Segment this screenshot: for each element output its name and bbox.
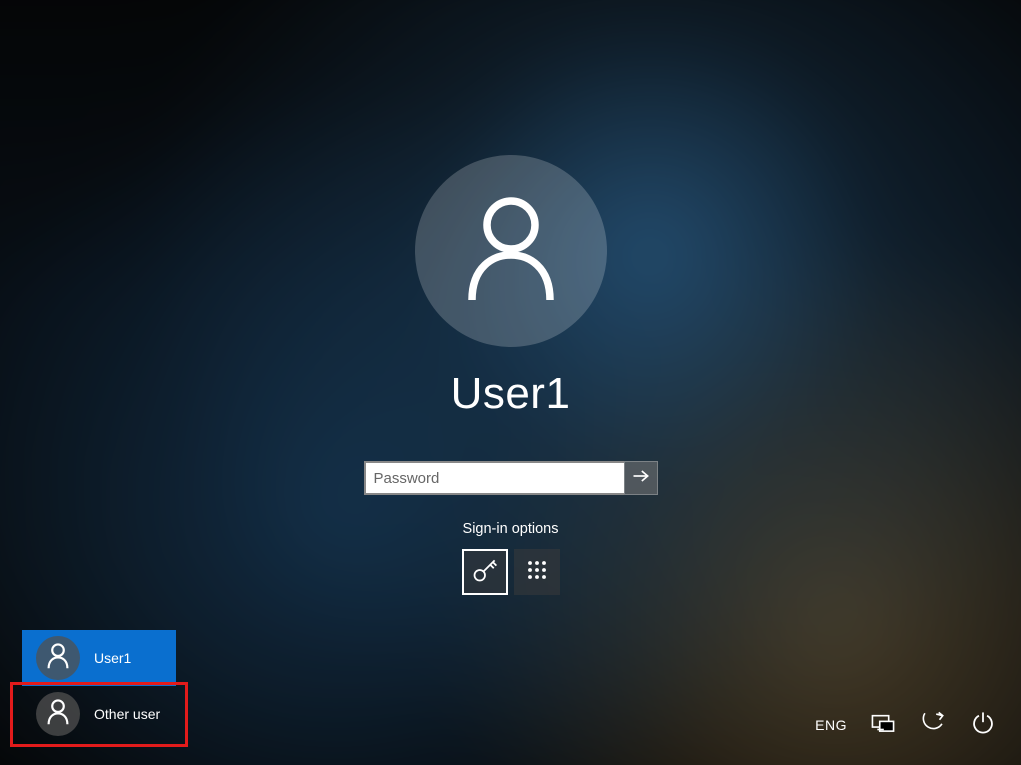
person-icon	[46, 699, 70, 730]
bottom-right-controls: ENG	[815, 711, 997, 739]
network-button[interactable]	[869, 711, 897, 739]
power-icon	[970, 710, 996, 741]
ease-of-access-icon	[920, 710, 946, 741]
language-indicator[interactable]: ENG	[815, 717, 847, 733]
password-input[interactable]	[364, 461, 624, 495]
user-display-name: User1	[451, 369, 571, 419]
ease-of-access-button[interactable]	[919, 711, 947, 739]
login-center-panel: User1 Sign-in options	[364, 155, 658, 595]
password-row	[364, 461, 658, 495]
signin-option-password[interactable]	[462, 549, 508, 595]
user-list-item-label: User1	[94, 650, 131, 666]
person-icon	[46, 643, 70, 674]
pin-pad-icon	[523, 556, 551, 589]
user-avatar-large	[415, 155, 607, 347]
person-icon	[463, 195, 559, 308]
network-icon	[870, 710, 896, 741]
signin-option-pin[interactable]	[514, 549, 560, 595]
user-list-item-label: Other user	[94, 706, 160, 722]
user-list: User1 Other user	[22, 630, 176, 742]
signin-options-row	[462, 549, 560, 595]
user-avatar-small	[36, 636, 80, 680]
user-avatar-small	[36, 692, 80, 736]
arrow-right-icon	[631, 466, 651, 491]
user-list-item-user1[interactable]: User1	[22, 630, 176, 686]
user-list-item-other-user[interactable]: Other user	[22, 686, 176, 742]
signin-options-label: Sign-in options	[463, 521, 559, 537]
key-icon	[471, 556, 499, 589]
submit-button[interactable]	[624, 461, 658, 495]
power-button[interactable]	[969, 711, 997, 739]
